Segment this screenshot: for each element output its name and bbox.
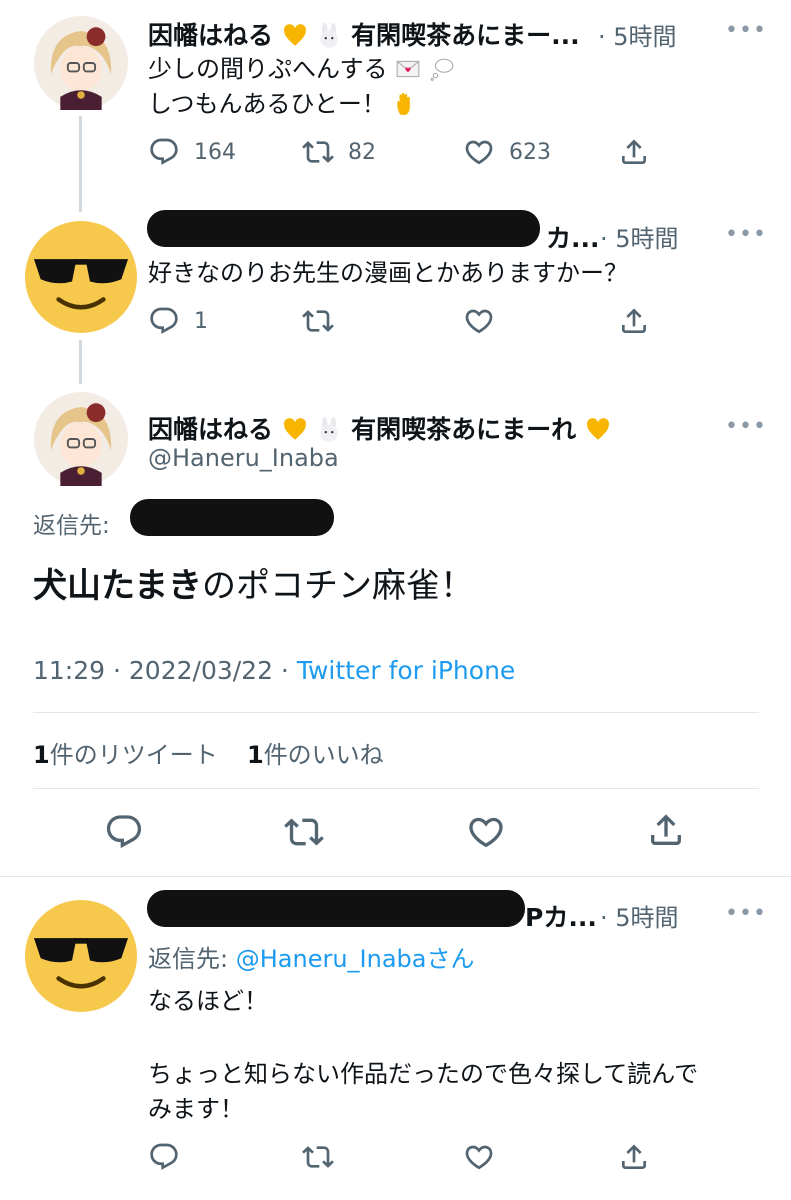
thread-line xyxy=(79,340,82,384)
redacted-name xyxy=(147,890,525,927)
redacted-reply-to xyxy=(130,499,334,536)
avatar[interactable] xyxy=(25,221,137,333)
reply-to-handle-link[interactable]: @Haneru_Inaba xyxy=(236,945,427,973)
display-name: 因幡はねる xyxy=(148,415,274,444)
share-button[interactable] xyxy=(618,305,650,337)
retweets-stat[interactable]: 1件のリツイート xyxy=(33,741,218,769)
share-icon xyxy=(618,136,650,168)
like-button[interactable]: 623 xyxy=(463,136,551,168)
display-name-rest: 有閑喫茶あにまーれ xyxy=(351,415,577,444)
heart-icon xyxy=(463,136,495,168)
more-options-icon[interactable]: ••• xyxy=(725,901,767,926)
reply-to-line: 返信先: @Haneru_Inabaさん xyxy=(148,939,474,974)
rabbit-icon xyxy=(320,417,339,442)
yellow-heart-icon xyxy=(586,418,609,440)
heart-icon[interactable] xyxy=(466,812,506,852)
reply-button[interactable]: 1 xyxy=(148,305,208,337)
tweet-text-rest: のポコチン麻雀！ xyxy=(201,566,474,606)
main-tweet-text: 犬山たまきのポコチン麻雀！ xyxy=(33,558,474,607)
tweet-text-line: なるほど！ xyxy=(148,987,268,1015)
timestamp-date: · 2022/03/22 · xyxy=(113,656,289,685)
tweet-text: 少しの間りぷへんする しつもんあるひとー！ xyxy=(148,52,455,122)
more-options-icon[interactable]: ••• xyxy=(725,222,767,247)
reply-icon xyxy=(148,1141,180,1173)
share-icon[interactable] xyxy=(646,810,686,850)
reply-count: 164 xyxy=(194,139,236,165)
divider xyxy=(33,712,759,713)
user-handle[interactable]: @Haneru_Inaba xyxy=(148,444,339,472)
retweet-icon xyxy=(302,136,334,168)
share-button[interactable] xyxy=(618,1141,650,1173)
thought-bubble-icon xyxy=(430,58,454,81)
display-name: 因幡はねる xyxy=(148,21,274,50)
likes-stat[interactable]: 1件のいいね xyxy=(247,741,384,769)
tweet-text: 好きなのりお先生の漫画とかありますかー？ xyxy=(148,259,628,287)
reply-icon xyxy=(148,305,180,337)
rabbit-icon xyxy=(320,23,339,48)
tweet-author-name[interactable]: 因幡はねる 有閑喫茶あにまー... xyxy=(148,16,580,52)
retweets-label: 件のリツイート xyxy=(49,741,218,769)
more-options-icon[interactable]: ••• xyxy=(725,18,767,43)
raised-hand-icon xyxy=(397,92,411,115)
redacted-name xyxy=(147,210,540,247)
tweet-text-line: しつもんあるひとー！ xyxy=(148,90,386,118)
thread-line xyxy=(79,116,82,212)
tweet-author-name[interactable]: Pカ... xyxy=(525,898,597,934)
more-options-icon[interactable]: ••• xyxy=(725,414,767,439)
reply-icon xyxy=(148,136,180,168)
reply-button[interactable]: 164 xyxy=(148,136,236,168)
retweet-button[interactable] xyxy=(302,305,334,337)
likes-number: 1 xyxy=(246,741,264,769)
reply-to-suffix: さん xyxy=(426,945,475,973)
reply-button[interactable] xyxy=(148,1141,180,1173)
tweet-author-name[interactable]: カ... xyxy=(546,219,600,255)
reply-to-label: 返信先: xyxy=(33,513,110,539)
yellow-heart-icon xyxy=(283,24,306,46)
tweet-time[interactable]: · 5時間 xyxy=(600,219,679,254)
share-button[interactable] xyxy=(618,136,650,168)
retweet-button[interactable]: 82 xyxy=(302,136,376,168)
retweet-icon[interactable] xyxy=(284,812,324,852)
display-name-rest: 有閑喫茶あにまー... xyxy=(351,21,580,50)
tweet-text-line: みます！ xyxy=(148,1095,244,1123)
reply-icon[interactable] xyxy=(104,812,144,852)
avatar[interactable] xyxy=(25,900,137,1012)
heart-icon xyxy=(463,305,495,337)
like-count: 623 xyxy=(509,139,551,165)
divider xyxy=(0,876,791,877)
engagement-stats: 1件のリツイート 1件のいいね xyxy=(33,735,384,770)
tweet-text-bold: 犬山たまき xyxy=(33,566,202,606)
tweet-text-line: ちょっと知らない作品だったので色々探して読んで xyxy=(148,1060,699,1088)
retweet-count: 82 xyxy=(348,139,376,165)
tweet-time[interactable]: · 5時間 xyxy=(598,17,677,52)
tweet-text-line: 少しの間りぷへんする xyxy=(148,55,388,83)
tweet-timestamp: 11:29 · 2022/03/22 · Twitter for iPhone xyxy=(33,656,515,685)
tweet-source-link[interactable]: Twitter for iPhone xyxy=(297,656,515,685)
retweets-number: 1 xyxy=(33,741,50,769)
avatar[interactable] xyxy=(34,16,128,110)
yellow-heart-icon xyxy=(283,418,306,440)
love-letter-icon xyxy=(396,60,420,78)
divider xyxy=(33,788,759,789)
retweet-icon xyxy=(302,305,334,337)
retweet-button[interactable] xyxy=(302,1141,334,1173)
retweet-icon xyxy=(302,1141,334,1173)
likes-label: 件のいいね xyxy=(263,741,384,769)
tweet-time[interactable]: · 5時間 xyxy=(600,898,679,933)
heart-icon xyxy=(463,1141,495,1173)
like-button[interactable] xyxy=(463,1141,495,1173)
reply-count: 1 xyxy=(194,308,208,334)
tweet-author-name[interactable]: 因幡はねる 有閑喫茶あにまーれ xyxy=(148,410,611,446)
like-button[interactable] xyxy=(463,305,495,337)
share-icon xyxy=(618,1141,650,1173)
share-icon xyxy=(618,305,650,337)
timestamp-time: 11:29 xyxy=(33,656,106,685)
avatar[interactable] xyxy=(34,392,128,486)
reply-to-label: 返信先: xyxy=(148,945,229,973)
